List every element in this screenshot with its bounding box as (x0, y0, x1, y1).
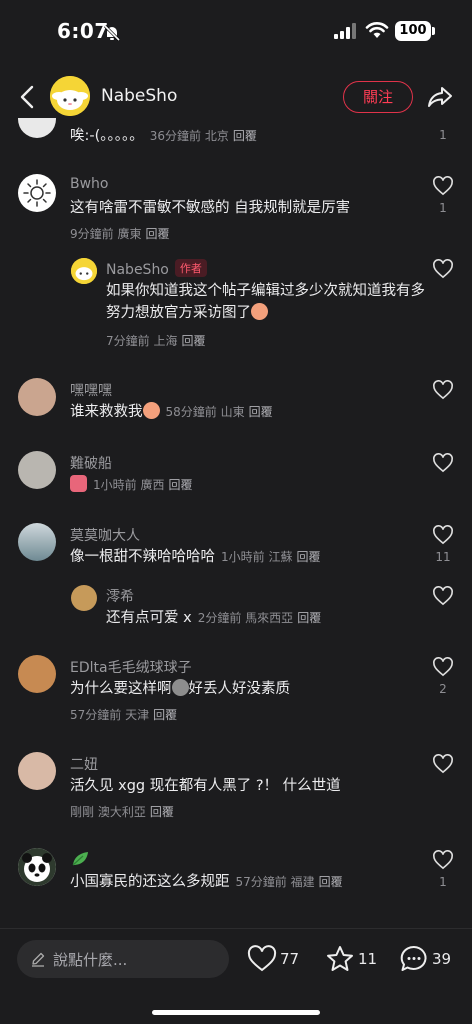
like-count: 1 (439, 128, 447, 142)
comment-meta: 剛剛 澳大利亞 回覆 (70, 805, 174, 819)
commenter-avatar[interactable] (18, 655, 56, 693)
comment-text: 1小時前 廣西 回覆 (70, 474, 193, 496)
reply-avatar[interactable] (71, 258, 97, 284)
reply-text: 如果你知道我这个帖子编辑过多少次就知道我有多努力想放官方采访图了 (106, 283, 425, 321)
like-heart-icon[interactable] (432, 657, 454, 677)
speech-bubble-icon (400, 945, 427, 971)
comment-meta: 57分鐘前 天津 回覆 (70, 708, 178, 722)
reply-username[interactable]: 澪希 (106, 586, 134, 606)
like-count: 1 (439, 201, 447, 215)
comment-input-placeholder: 說點什麼... (53, 951, 128, 969)
pencil-icon (32, 952, 45, 967)
bottom-action-bar: 說點什麼... 77 11 39 (0, 928, 472, 1024)
commenter-avatar[interactable] (18, 752, 56, 790)
signal-icon (334, 23, 356, 39)
status-bar: 6:07 100 (0, 0, 472, 64)
reply-link[interactable]: 回覆 (150, 805, 174, 819)
commenter-username[interactable]: Bwho (70, 176, 109, 192)
emoji-icon (142, 402, 160, 419)
battery-indicator: 100 (395, 21, 435, 41)
commenter-avatar[interactable] (18, 523, 56, 561)
commenter-avatar[interactable] (18, 848, 56, 886)
comment-input[interactable]: 說點什麼... (17, 940, 229, 978)
heart-icon (247, 945, 277, 972)
sticker-icon (70, 475, 87, 492)
emoji-icon (251, 303, 268, 320)
reply-text: 还有点可爱 x 2分鐘前 馬來西亞 回覆 (106, 610, 322, 626)
commenter-username[interactable]: 莫莫咖大人 (70, 525, 140, 545)
cinnamoroll-avatar-icon (71, 258, 97, 284)
comment-button[interactable]: 39 (399, 943, 451, 975)
commenter-username[interactable]: 難破船 (70, 453, 112, 473)
reply-link[interactable]: 回覆 (145, 227, 169, 241)
reply-link[interactable]: 回覆 (168, 478, 192, 492)
comment-total: 39 (432, 950, 452, 968)
back-chevron-icon[interactable] (14, 82, 42, 112)
star-icon (327, 946, 353, 971)
comment-text: 唉:-(。。。。。 36分鐘前 北京 回覆 (70, 128, 257, 144)
reply-link[interactable]: 回覆 (319, 875, 343, 889)
like-heart-icon[interactable] (432, 453, 454, 473)
status-time: 6:07 (57, 19, 109, 43)
emoji-icon (171, 679, 189, 696)
like-count: 2 (439, 682, 447, 696)
comment-text: 小国寡民的还这么多规距 57分鐘前 福建 回覆 (70, 874, 343, 890)
comment-meta: 9分鐘前 廣東 回覆 (70, 227, 170, 241)
comment-text: 这有啥雷不雷敏不敏感的 自我规制就是厉害 (70, 200, 351, 216)
leaf-emoji-icon (72, 852, 88, 866)
panda-avatar-icon (18, 848, 56, 886)
share-icon[interactable] (426, 83, 454, 111)
like-heart-icon[interactable] (432, 259, 454, 279)
cinnamoroll-avatar-icon (50, 76, 90, 116)
like-heart-icon[interactable] (432, 525, 454, 545)
comment-text: 谁来救救我 58分鐘前 山東 回覆 (70, 402, 273, 420)
sun-avatar-icon (23, 179, 51, 207)
commenter-username[interactable] (70, 850, 90, 872)
commenter-username[interactable]: EDlta毛毛绒球球子 (70, 657, 192, 677)
follow-button[interactable]: 關注 (343, 81, 413, 113)
comment-text: 为什么要这样啊 好丢人好没素质 (70, 679, 290, 697)
comment-list[interactable]: 唉:-(。。。。。 36分鐘前 北京 回覆 1 Bwho 这有啥雷不雷敏不敏感的 自… (0, 118, 472, 928)
reply-username[interactable]: NabeSho 作者 (106, 259, 207, 278)
commenter-avatar[interactable] (18, 118, 56, 138)
like-count: 1 (439, 875, 447, 889)
reply-link[interactable]: 回覆 (153, 708, 177, 722)
reply-link[interactable]: 回覆 (296, 550, 320, 564)
commenter-avatar[interactable] (18, 378, 56, 416)
like-count: 11 (435, 550, 451, 564)
commenter-avatar[interactable] (18, 451, 56, 489)
home-indicator[interactable] (152, 1010, 320, 1015)
commenter-username[interactable]: 二妞 (70, 754, 98, 774)
comment-meta: 7分鐘前 上海 回覆 (106, 334, 206, 348)
reply-link[interactable]: 回覆 (181, 334, 205, 348)
reply-link[interactable]: 回覆 (233, 129, 257, 143)
author-username[interactable]: NabeSho (101, 86, 177, 106)
comment-text: 像一根甜不辣哈哈哈哈 1小時前 江蘇 回覆 (70, 549, 321, 565)
reply-link[interactable]: 回覆 (297, 611, 321, 625)
like-button[interactable]: 77 (247, 943, 299, 975)
like-heart-icon[interactable] (432, 850, 454, 870)
author-badge: 作者 (174, 259, 207, 277)
reply-avatar[interactable] (71, 585, 97, 611)
favorite-button[interactable]: 11 (325, 943, 377, 975)
like-heart-icon[interactable] (432, 380, 454, 400)
bell-muted-icon (103, 24, 121, 42)
commenter-avatar[interactable] (18, 174, 56, 212)
like-total: 77 (280, 950, 300, 968)
like-heart-icon[interactable] (432, 586, 454, 606)
reply-link[interactable]: 回覆 (249, 405, 273, 419)
commenter-username[interactable]: 嘿嘿嘿 (70, 380, 112, 400)
like-heart-icon[interactable] (432, 754, 454, 774)
like-heart-icon[interactable] (432, 176, 454, 196)
wifi-icon (365, 22, 389, 38)
author-avatar[interactable] (50, 76, 90, 116)
comment-text: 活久见 xgg 现在都有人黑了 ?！ 什么世道 (70, 778, 341, 794)
favorite-total: 11 (358, 950, 378, 968)
